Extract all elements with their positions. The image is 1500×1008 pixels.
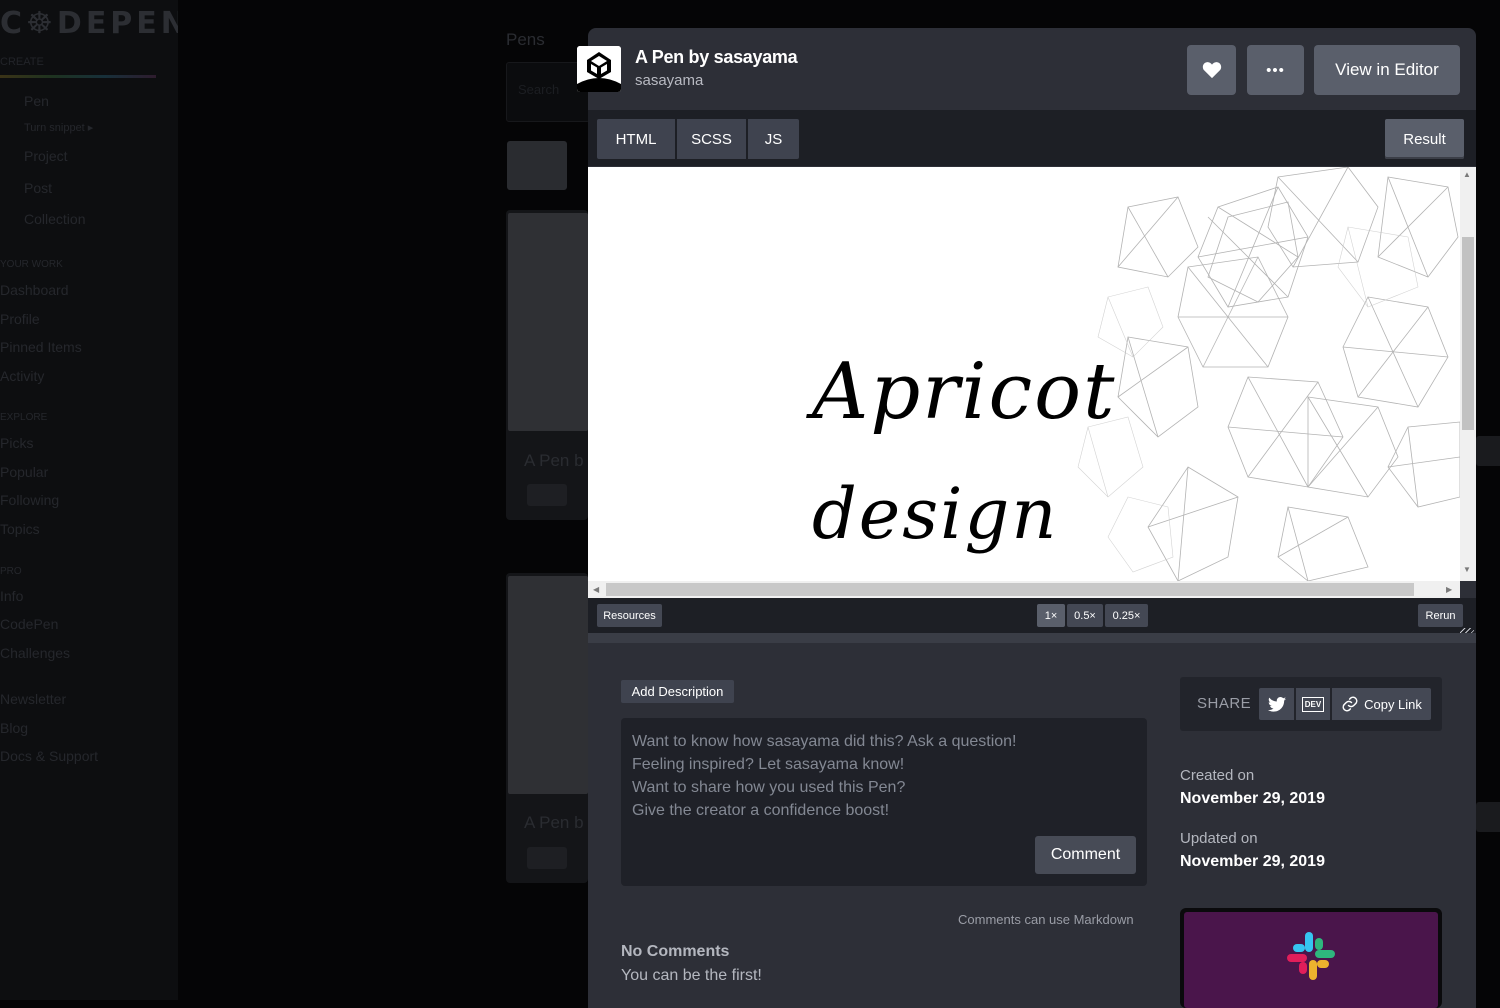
sidebar-item-topics[interactable]: Topics xyxy=(0,521,40,537)
sidebar-item-picks[interactable]: Picks xyxy=(0,435,33,451)
card-heart-button[interactable] xyxy=(527,847,567,869)
slack-logo-icon xyxy=(1287,932,1335,980)
comment-placeholder-line4: Give the creator a confidence boost! xyxy=(632,802,890,819)
background-search-placeholder: Search xyxy=(518,82,560,97)
be-first-text: You can be the first! xyxy=(621,967,762,984)
preview-footer-bar xyxy=(588,598,1476,634)
sidebar-item-project[interactable]: Project xyxy=(24,148,68,164)
more-options-button[interactable]: ••• xyxy=(1247,45,1304,95)
twitter-icon xyxy=(1267,696,1286,712)
sidebar-item-challenges[interactable]: Challenges xyxy=(0,645,70,661)
card-thumbnail[interactable] xyxy=(508,213,588,431)
comment-placeholder-line2: Feeling inspired? Let sasayama know! xyxy=(632,756,905,773)
comment-placeholder-line3: Want to share how you used this Pen? xyxy=(632,779,906,796)
no-comments-heading: No Comments xyxy=(621,943,730,960)
pen-title: A Pen by sasayama xyxy=(635,47,798,67)
tab-html[interactable]: HTML xyxy=(597,119,675,159)
card-thumbnail[interactable] xyxy=(508,576,588,794)
tab-result[interactable]: Result xyxy=(1385,119,1464,159)
author-avatar[interactable] xyxy=(577,46,621,92)
sidebar-item-collection[interactable]: Collection xyxy=(24,211,85,227)
result-preview[interactable]: Apricot design xyxy=(588,167,1460,581)
zoom-quarter-button[interactable]: 0.25× xyxy=(1105,604,1148,627)
view-in-editor-button[interactable]: View in Editor xyxy=(1314,45,1460,95)
background-sidebar: C☸DEPEN CREATE Pen Turn snippet ▸ Projec… xyxy=(0,0,186,1000)
slack-ad-banner[interactable] xyxy=(1184,912,1438,1008)
tab-scss[interactable]: SCSS xyxy=(677,119,746,159)
created-date: November 29, 2019 xyxy=(1180,790,1325,807)
comment-placeholder-line1: Want to know how sasayama did this? Ask … xyxy=(632,733,1017,750)
link-icon xyxy=(1342,696,1358,712)
add-description-button[interactable]: Add Description xyxy=(621,680,734,703)
sidebar-item-popular[interactable]: Popular xyxy=(0,464,48,480)
card-heart-button[interactable] xyxy=(527,484,567,506)
create-label: CREATE xyxy=(0,56,44,68)
sidebar-item-docs[interactable]: Docs & Support xyxy=(0,748,98,764)
sidebar-item-following[interactable]: Following xyxy=(0,492,59,508)
dev-icon: DEV xyxy=(1301,696,1325,712)
card-title[interactable]: A Pen b xyxy=(524,813,584,833)
created-label: Created on xyxy=(1180,767,1255,784)
resources-button[interactable]: Resources xyxy=(597,604,662,627)
section-your-work: YOUR WORK xyxy=(0,259,63,270)
sidebar-item-codepen-pro[interactable]: CodePen xyxy=(0,616,58,632)
zoom-1x-button[interactable]: 1× xyxy=(1037,604,1065,627)
preview-heading-line1: Apricot xyxy=(812,347,1117,437)
grid-view-button[interactable] xyxy=(507,141,567,190)
sidebar-item-newsletter[interactable]: Newsletter xyxy=(0,691,66,707)
rerun-button[interactable]: Rerun xyxy=(1418,604,1463,627)
codepen-logo: C☸DEPEN xyxy=(0,6,190,41)
tab-js[interactable]: JS xyxy=(748,119,799,159)
section-pro: PRO xyxy=(0,566,22,577)
markdown-note: Comments can use Markdown xyxy=(958,912,1134,927)
pens-heading: Pens xyxy=(506,30,545,49)
sidebar-item-pinned[interactable]: Pinned Items xyxy=(0,339,82,355)
sidebar-item-pen[interactable]: Pen xyxy=(24,93,49,109)
share-dev-button[interactable]: DEV xyxy=(1296,688,1330,720)
sidebar-item-post[interactable]: Post xyxy=(24,180,52,196)
preview-vertical-scroll-thumb[interactable] xyxy=(1462,237,1474,430)
sidebar-item-profile[interactable]: Profile xyxy=(0,311,40,327)
section-explore: EXPLORE xyxy=(0,412,48,423)
sidebar-item-activity[interactable]: Activity xyxy=(0,368,44,384)
copy-link-label: Copy Link xyxy=(1364,696,1422,712)
sidebar-item-dashboard[interactable]: Dashboard xyxy=(0,282,69,298)
create-divider xyxy=(0,75,156,78)
comment-submit-button[interactable]: Comment xyxy=(1035,836,1136,874)
updated-label: Updated on xyxy=(1180,830,1258,847)
love-button[interactable] xyxy=(1187,45,1236,95)
copy-link-button[interactable]: Copy Link xyxy=(1332,688,1431,720)
heart-icon xyxy=(1202,62,1221,79)
sidebar-item-snippet[interactable]: Turn snippet ▸ xyxy=(24,121,93,134)
preview-horizontal-scroll-thumb[interactable] xyxy=(606,583,1414,596)
sidebar-item-blog[interactable]: Blog xyxy=(0,720,28,736)
preview-heading-line2: design xyxy=(812,473,1059,555)
pen-author-link[interactable]: sasayama xyxy=(635,72,703,89)
share-twitter-button[interactable] xyxy=(1259,688,1294,720)
share-label: SHARE xyxy=(1197,695,1252,712)
background-edge xyxy=(1476,436,1500,466)
sidebar-item-info[interactable]: Info xyxy=(0,588,23,604)
scroll-right-arrow-icon[interactable]: ▶ xyxy=(1446,585,1452,594)
scroll-up-arrow-icon[interactable]: ▲ xyxy=(1463,170,1471,179)
scroll-left-arrow-icon[interactable]: ◀ xyxy=(593,585,599,594)
card-title[interactable]: A Pen b xyxy=(524,451,584,471)
section-divider xyxy=(588,633,1476,643)
background-edge xyxy=(1476,802,1500,832)
zoom-half-button[interactable]: 0.5× xyxy=(1067,604,1103,627)
scroll-down-arrow-icon[interactable]: ▼ xyxy=(1463,565,1471,574)
updated-date: November 29, 2019 xyxy=(1180,853,1325,870)
ellipsis-icon: ••• xyxy=(1266,61,1285,79)
